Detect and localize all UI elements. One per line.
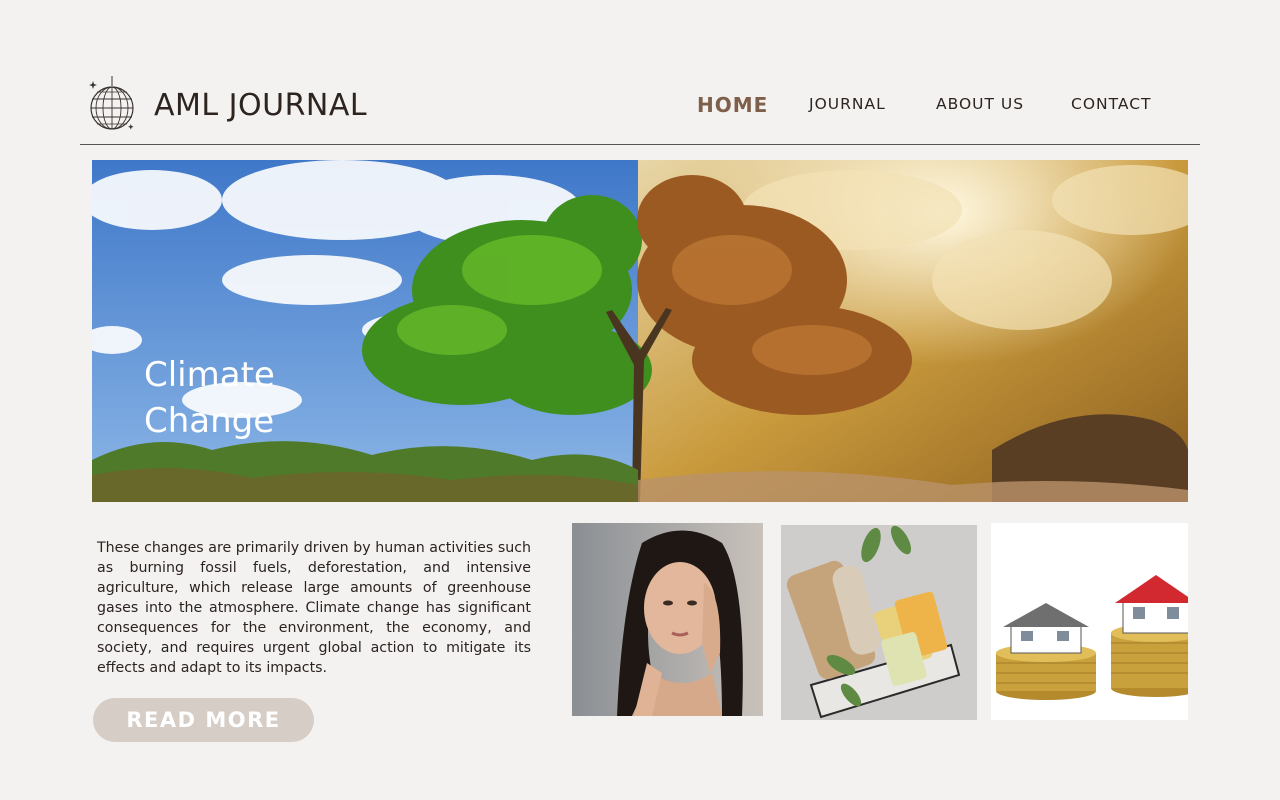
nav-about-us[interactable]: ABOUT US <box>936 95 1024 113</box>
site-header: AML JOURNAL HOME JOURNAL ABOUT US CONTAC… <box>80 60 1200 145</box>
hero-title: Climate Change <box>144 352 404 444</box>
hero-title-line: Change <box>144 401 275 441</box>
thumbnail-skincare[interactable] <box>572 523 763 716</box>
nav-home[interactable]: HOME <box>697 93 768 117</box>
main-nav: HOME JOURNAL ABOUT US CONTACT <box>80 60 1200 145</box>
thumbnail-houses[interactable] <box>991 523 1188 720</box>
thumbnail-soap[interactable] <box>781 525 977 720</box>
hero-title-line: Climate <box>144 355 275 395</box>
houses-on-coins-photo <box>991 523 1188 720</box>
header-divider <box>80 144 1200 145</box>
woman-skincare-photo <box>572 523 763 716</box>
hero-image <box>92 160 1188 502</box>
article-excerpt: These changes are primarily driven by hu… <box>97 540 531 676</box>
nav-journal[interactable]: JOURNAL <box>809 95 886 113</box>
read-more-button[interactable]: READ MORE <box>93 698 314 742</box>
hero-banner[interactable]: Climate Change <box>92 160 1188 502</box>
soap-and-brush-photo <box>781 525 977 720</box>
nav-contact[interactable]: CONTACT <box>1071 95 1152 113</box>
